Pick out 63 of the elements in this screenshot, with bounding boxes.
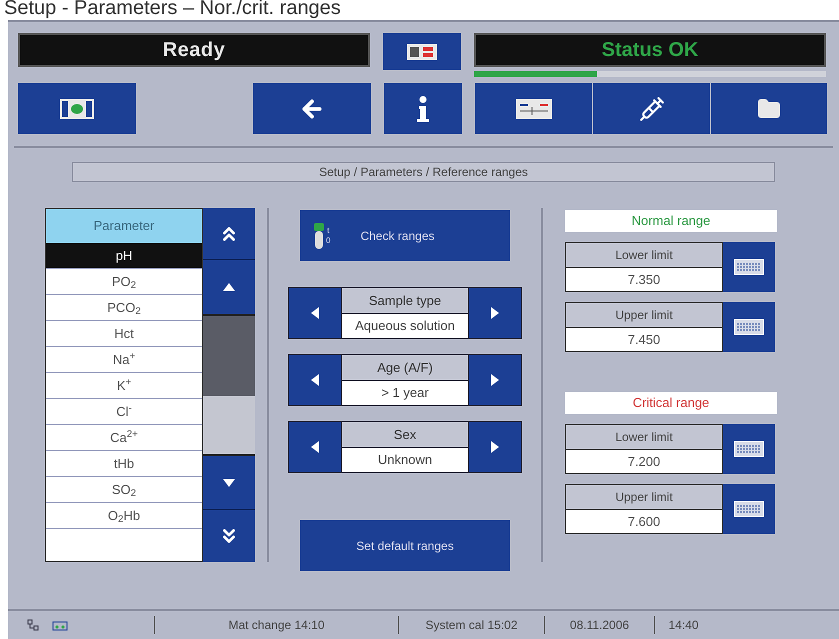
status-display: Status OK <box>474 33 826 67</box>
breadcrumb-bar: Setup / Parameters / Reference ranges <box>72 162 775 182</box>
network-icon <box>26 618 40 632</box>
check-ranges-button[interactable]: t 0 Check ranges <box>300 210 510 261</box>
right-triangle-icon <box>491 441 499 453</box>
id-card-icon <box>407 44 437 60</box>
selector-label: Sample type <box>342 288 468 312</box>
limit-label: Upper limit <box>566 303 722 328</box>
keypad-button[interactable] <box>723 302 775 352</box>
limit-label: Lower limit <box>566 425 722 450</box>
selector-value: > 1 year <box>342 380 468 405</box>
range-title: Critical range <box>565 392 777 414</box>
tube-mark: 0 <box>326 236 330 246</box>
keypad-button[interactable] <box>723 424 775 474</box>
limit-label: Upper limit <box>566 485 722 510</box>
layout-button[interactable] <box>18 83 136 134</box>
keypad-button[interactable] <box>723 484 775 534</box>
status-field: 08.11.2006 <box>544 616 654 634</box>
keyboard-icon <box>734 501 764 517</box>
selector-value: Aqueous solution <box>342 314 468 338</box>
syringe-button[interactable] <box>593 83 710 134</box>
scroll-top-button[interactable] <box>203 208 255 260</box>
folder-button[interactable] <box>711 83 827 134</box>
id-card-button[interactable] <box>383 33 461 70</box>
left-triangle-icon <box>311 441 319 453</box>
selector-label: Age (A/F) <box>342 355 468 380</box>
tube-mark: t <box>326 226 330 236</box>
status-field: Mat change 14:10 <box>154 616 398 634</box>
keyboard-icon <box>734 259 764 275</box>
default-ranges-button[interactable]: Set default ranges <box>300 520 510 571</box>
scroll-bottom-button[interactable] <box>203 510 255 562</box>
keyboard-icon <box>734 441 764 457</box>
status-field: 14:40 <box>654 616 712 634</box>
left-triangle-icon <box>311 374 319 386</box>
scrollbar-thumb[interactable] <box>203 316 255 396</box>
keypad-button[interactable] <box>723 242 775 292</box>
limit-value[interactable]: 7.350 <box>566 268 722 291</box>
selector-value: Unknown <box>342 448 468 472</box>
parameter-item[interactable]: pH <box>46 243 202 269</box>
right-triangle-icon <box>491 374 499 386</box>
column-header: Parameter <box>46 209 202 243</box>
status-field: System cal 15:02 <box>398 616 544 634</box>
limit-value[interactable]: 7.450 <box>566 328 722 351</box>
keyboard-icon <box>734 319 764 335</box>
status-display: Ready <box>18 33 370 67</box>
right-triangle-icon <box>491 307 499 319</box>
test-tube-icon <box>314 222 324 248</box>
down-triangle-icon <box>223 478 235 486</box>
syringe-icon <box>638 96 664 122</box>
graph-card-icon <box>516 98 552 118</box>
limit-value[interactable]: 7.200 <box>566 450 722 473</box>
up-triangle-icon <box>223 283 235 291</box>
info-icon <box>417 96 429 122</box>
selector-label: Sex <box>342 422 468 446</box>
folder-icon <box>757 96 781 120</box>
calibration-button[interactable] <box>475 83 592 134</box>
limit-value[interactable]: 7.600 <box>566 510 722 533</box>
limit-label: Lower limit <box>566 243 722 268</box>
left-triangle-icon <box>311 307 319 319</box>
range-title: Normal range <box>565 210 777 232</box>
info-button[interactable] <box>384 83 462 134</box>
back-button[interactable] <box>253 83 371 134</box>
layout-icon <box>60 98 94 118</box>
